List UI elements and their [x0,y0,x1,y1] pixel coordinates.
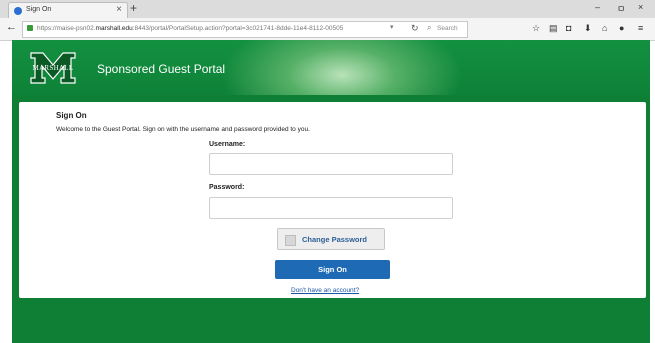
reading-list-icon[interactable]: ▤ [549,23,558,34]
tab-close-icon[interactable]: × [116,4,122,15]
address-bar[interactable]: https://maise-psn02.marshall.edu:8443/po… [22,21,468,38]
lock-icon [27,25,33,31]
pocket-icon[interactable]: ◘ [566,23,571,33]
browser-tab-bar: Sign On × + – ㅁ × [0,0,655,19]
new-tab-button[interactable]: + [130,1,137,15]
back-arrow-icon[interactable]: ← [6,21,17,33]
close-window-button[interactable]: × [638,2,643,12]
globe-icon [14,7,22,15]
browser-nav-bar: ← https://maise-psn02.marshall.edu:8443/… [0,18,655,41]
menu-icon[interactable]: ≡ [638,23,643,33]
download-icon[interactable]: ⬇ [584,23,592,34]
portal-banner: MARSHALL Sponsored Guest Portal [12,40,650,95]
logo-text: MARSHALL [32,64,74,72]
home-icon[interactable]: ⌂ [602,23,607,33]
browser-tab[interactable]: Sign On × [8,2,128,19]
browser-search-field[interactable]: ⌕ Search [425,22,465,35]
username-label: Username: [209,141,246,148]
change-password-button[interactable]: Change Password [277,228,385,250]
tab-title: Sign On [26,6,52,13]
url-dropdown-icon[interactable]: ▾ [390,23,394,31]
password-label: Password: [209,184,245,191]
signon-button[interactable]: Sign On [275,260,390,279]
signon-heading: Sign On [56,111,87,120]
search-icon: ⌕ [427,23,432,32]
no-account-link[interactable]: Don't have an account? [291,287,359,294]
marshall-logo: MARSHALL [29,50,77,86]
password-input[interactable] [209,197,453,219]
change-password-label: Change Password [302,235,368,244]
maximize-button[interactable]: ㅁ [617,2,625,15]
reload-icon[interactable]: ↻ [411,23,419,34]
username-input[interactable] [209,153,453,175]
change-password-checkbox[interactable] [285,235,296,246]
minimize-button[interactable]: – [595,2,600,12]
extension-icon[interactable]: ● [619,23,624,33]
welcome-text: Welcome to the Guest Portal. Sign on wit… [56,126,310,133]
search-placeholder: Search [437,25,458,32]
bookmark-star-icon[interactable]: ☆ [532,23,540,34]
url-text[interactable]: https://maise-psn02.marshall.edu:8443/po… [37,25,397,32]
portal-title: Sponsored Guest Portal [97,62,226,76]
